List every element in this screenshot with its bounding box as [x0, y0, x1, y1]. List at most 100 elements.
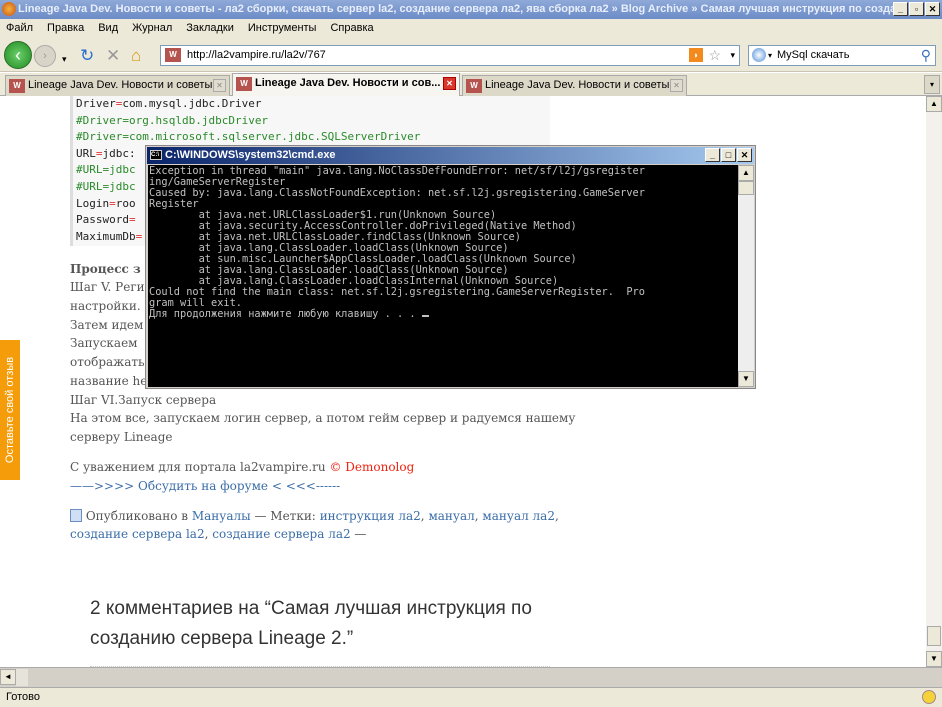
code-equals: =: [109, 196, 116, 210]
cmd-scrollbar[interactable]: ▲ ▼: [738, 165, 754, 387]
comments-heading-line: созданию сервера Lineage 2.”: [90, 628, 354, 649]
tab-favicon: W: [9, 79, 25, 93]
horizontal-scrollbar[interactable]: ◄: [0, 667, 942, 687]
feedback-tab[interactable]: Оставьте свой отзыв: [0, 340, 20, 480]
tag-link[interactable]: мануал: [428, 509, 474, 523]
h-scroll-thumb[interactable]: [16, 669, 28, 686]
tab-1[interactable]: W Lineage Java Dev. Новости и советы ...…: [5, 75, 230, 96]
code-value: com.microsoft.sqlserver.jdbc.SQLServerDr…: [128, 130, 421, 144]
history-dropdown-icon[interactable]: ▾: [62, 51, 67, 68]
cmd-icon: C:\: [150, 150, 162, 160]
tag-link[interactable]: мануал ла2: [482, 509, 555, 523]
cmd-close-button[interactable]: ✕: [737, 148, 752, 162]
cmd-scroll-thumb[interactable]: [738, 181, 754, 195]
menu-file[interactable]: Файл: [6, 19, 33, 38]
post-meta-line2: создание сервера la2, создание сервера л…: [70, 527, 367, 541]
text-line: серверу Lineage: [70, 430, 173, 444]
code-key: #Driver: [76, 113, 123, 127]
text-line: Затем идем: [70, 318, 144, 332]
code-line: #Driver=org.hsqldb.jdbcDriver: [76, 113, 550, 130]
url-input[interactable]: W http://la2vampire.ru/la2v/767 ◗ ☆ ▾: [160, 45, 740, 66]
vertical-scrollbar[interactable]: ▲ ▼: [926, 96, 942, 667]
search-engine-icon[interactable]: [752, 48, 766, 62]
code-value: jdbc:: [102, 146, 136, 160]
search-icon[interactable]: ⚲: [921, 46, 931, 65]
cmd-window[interactable]: C:\ C:\WINDOWS\system32\cmd.exe _ □ ✕ Ex…: [145, 145, 756, 389]
stop-icon[interactable]: ✕: [106, 47, 120, 64]
tag-link[interactable]: создание сервера la2: [70, 527, 205, 541]
cmd-titlebar[interactable]: C:\ C:\WINDOWS\system32\cmd.exe _ □ ✕: [147, 147, 754, 164]
close-button[interactable]: ✕: [925, 2, 940, 16]
document-icon: [70, 509, 82, 522]
cmd-output: Exception in thread "main" java.lang.NoC…: [149, 165, 645, 320]
category-link[interactable]: Мануалы: [192, 509, 251, 523]
code-value: jdbc: [109, 163, 136, 177]
cmd-minimize-button[interactable]: _: [705, 148, 720, 162]
tag-link[interactable]: создание сервера ла2: [212, 527, 350, 541]
tab-3[interactable]: W Lineage Java Dev. Новости и советы ...…: [462, 75, 687, 96]
scroll-thumb[interactable]: [927, 626, 941, 646]
tab-close-icon[interactable]: ✕: [670, 79, 683, 92]
scroll-up-button[interactable]: ▲: [926, 96, 942, 112]
search-text: MySql скачать: [777, 49, 850, 61]
search-input[interactable]: ▾ MySql скачать ⚲: [748, 45, 936, 66]
back-button[interactable]: ‹: [4, 41, 32, 69]
text-line: отображать: [70, 355, 145, 369]
menu-history[interactable]: Журнал: [132, 19, 172, 38]
code-key: Login: [76, 196, 110, 210]
url-dropdown-icon[interactable]: ▾: [730, 46, 735, 65]
text-line: настройки.: [70, 299, 141, 313]
tab-2-active[interactable]: W Lineage Java Dev. Новости и сов... ✕: [232, 73, 460, 96]
text-line: Шаг VI.Запуск сервера: [70, 393, 217, 407]
tab-close-icon[interactable]: ✕: [213, 79, 226, 92]
tab-close-icon[interactable]: ✕: [443, 77, 456, 90]
code-equals: =: [122, 130, 129, 144]
comments-heading-line: 2 комментариев на “Самая лучшая инструкц…: [90, 598, 532, 619]
menu-help[interactable]: Справка: [330, 19, 373, 38]
cmd-scroll-up[interactable]: ▲: [738, 165, 754, 181]
home-icon[interactable]: ⌂: [131, 47, 141, 64]
rss-icon[interactable]: ◗: [689, 48, 703, 62]
window-title: Lineage Java Dev. Новости и советы - ла2…: [18, 3, 906, 15]
menu-view[interactable]: Вид: [98, 19, 118, 38]
text-line: Шаг V. Реги: [70, 280, 145, 294]
tag-link[interactable]: инструкция ла2: [320, 509, 421, 523]
cmd-scroll-down[interactable]: ▼: [738, 371, 754, 387]
tab-list-button[interactable]: ▾: [924, 75, 940, 94]
section-heading: Процесс з: [70, 262, 141, 276]
regards-text: С уважением для портала la2vampire.ru: [70, 460, 326, 474]
menu-bookmarks[interactable]: Закладки: [186, 19, 234, 38]
reload-icon[interactable]: ↻: [80, 47, 94, 64]
comments-heading: 2 комментариев на “Самая лучшая инструкц…: [90, 594, 532, 654]
author-link[interactable]: © Demonolog: [329, 460, 414, 474]
text-line: Запускаем: [70, 336, 138, 350]
menu-tools[interactable]: Инструменты: [248, 19, 317, 38]
code-key: URL: [76, 146, 96, 160]
cmd-cursor: [421, 315, 429, 317]
cmd-maximize-button[interactable]: □: [721, 148, 736, 162]
code-key: #Driver: [76, 130, 123, 144]
site-favicon: W: [165, 48, 181, 62]
code-value: roo: [115, 196, 136, 210]
regards-line: С уважением для портала la2vampire.ru © …: [70, 458, 414, 476]
code-line: #Driver=com.microsoft.sqlserver.jdbc.SQL…: [76, 129, 550, 146]
cmd-title: C:\WINDOWS\system32\cmd.exe: [165, 149, 336, 161]
scroll-left-button[interactable]: ◄: [0, 669, 16, 685]
bookmark-star-icon[interactable]: ☆: [708, 46, 721, 65]
maximize-button[interactable]: ▫: [909, 2, 924, 16]
scroll-down-button[interactable]: ▼: [926, 651, 942, 667]
forward-button[interactable]: ›: [34, 45, 56, 67]
text-line: название he: [70, 374, 148, 388]
tab-favicon: W: [236, 77, 252, 91]
code-key: Driver: [76, 97, 116, 110]
forum-link[interactable]: ——>>>> Обсудить на форуме < <<<------: [70, 477, 340, 495]
code-equals: =: [122, 113, 129, 127]
navigation-toolbar: ‹ › ▾ ↻ ✕ ⌂ W http://la2vampire.ru/la2v/…: [0, 38, 942, 72]
minimize-button[interactable]: _: [893, 2, 908, 16]
menu-edit[interactable]: Правка: [47, 19, 84, 38]
cmd-console[interactable]: Exception in thread "main" java.lang.NoC…: [148, 165, 738, 387]
firefox-icon: [2, 2, 16, 16]
code-line: Driver=com.mysql.jdbc.Driver: [76, 96, 550, 113]
search-engine-dropdown-icon[interactable]: ▾: [768, 46, 772, 65]
addon-smiley-icon[interactable]: [922, 690, 936, 704]
